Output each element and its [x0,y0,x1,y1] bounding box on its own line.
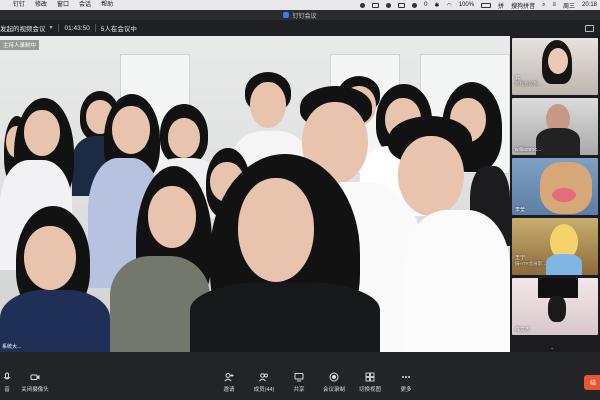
share-screen-icon [294,373,304,382]
bluetooth-icon[interactable]: ✱ [434,2,439,9]
gallery-tile-name: 陈文杰 [515,327,531,333]
gallery-tile[interactable]: 陈文杰 [512,278,598,335]
meeting-name[interactable]: 发起的视频会议 [0,23,46,33]
gallery-tile[interactable]: 影视会议系... 云 [512,38,598,95]
gallery-tile-name: 云 [515,75,521,81]
microphone-icon [3,372,11,380]
meeting-duration: 01:43:50 [64,24,90,32]
members-label: 成员(44) [253,387,275,393]
macos-menubar: 钉钉 修改 窗口 会话 帮助 0 ✱ ◠ 100% 拼 搜狗拼音 ⌕ ≡ 周三 … [0,0,600,10]
record-button[interactable]: 会议录制 [317,372,351,393]
clock-day[interactable]: 周三 [563,1,575,10]
record-icon [329,372,339,382]
status-circle-icon[interactable] [360,2,366,8]
menu-app-name[interactable]: 钉钉 [13,0,25,10]
invite-button[interactable]: 邀请 [212,372,246,393]
gallery-tile-subtitle: 摄HTR会展影... [515,261,546,266]
meeting-info-bar: 发起的视频会议 ▼ 01:43:50 5人在会议中 [0,20,600,36]
menu-edit[interactable]: 修改 [35,0,47,10]
divider [58,24,60,32]
battery-percent[interactable]: 100% [459,2,474,8]
gallery-tile[interactable]: 李莹 [512,158,598,215]
camera-toggle-button[interactable]: 关闭摄像头 [18,372,52,393]
participants-count[interactable]: 5人在会议中 [101,23,137,33]
share-label: 共享 [293,387,305,393]
members-button[interactable]: 成员(44) [247,372,281,393]
chevron-down-icon[interactable]: ▼ [49,25,54,31]
camera-label: 关闭摄像头 [21,387,49,393]
add-user-icon [224,373,234,382]
switch-layout-button[interactable]: 切换视图 [353,372,387,393]
meeting-toolbar: 音 关闭摄像头 邀请 成员(44) 共享 会议录制 切换视图 更多 [0,352,600,400]
end-meeting-label: 结 [590,381,597,387]
window-title: 钉钉会议 [292,13,317,20]
gallery-tile[interactable]: 摄HTR会展影... 王宁 [512,218,598,275]
gallery-tile-name: williamroc... [515,147,542,153]
window-titlebar: 钉钉会议 [0,10,600,20]
gallery-tile-subtitle: 影视会议系... [515,81,542,86]
menu-session[interactable]: 会话 [79,0,91,10]
search-icon[interactable]: ⌕ [542,2,545,9]
mute-label: 音 [4,387,10,393]
main-video[interactable]: 系统大... [0,36,510,352]
control-center-icon[interactable]: ≡ [552,2,556,8]
dingtalk-logo-icon [283,12,290,18]
clock-time[interactable]: 20:18 [582,2,597,8]
battery-icon[interactable] [481,2,492,8]
status-face-icon[interactable] [386,2,392,8]
camera-icon [30,374,40,380]
menu-help[interactable]: 帮助 [101,0,113,10]
status-user-icon[interactable] [412,2,418,8]
more-button[interactable]: 更多 [389,372,423,393]
layout-grid-icon [365,372,375,382]
menu-window[interactable]: 窗口 [57,0,69,10]
status-box-icon[interactable] [372,2,380,8]
status-zero-text[interactable]: 0 [424,2,427,8]
status-display-icon[interactable] [398,2,406,8]
share-button[interactable]: 共享 [282,372,316,393]
gallery-scroll-down-icon[interactable]: ⌄ [550,345,554,351]
layout-grid-icon[interactable] [585,24,594,32]
members-icon [259,373,268,382]
end-meeting-button[interactable]: 结 [584,375,600,390]
recording-indicator: 主持人录制中 [0,40,40,50]
wifi-icon[interactable]: ◠ [446,2,451,9]
gallery-tile[interactable]: williamroc... [512,98,598,155]
invite-label: 邀请 [223,387,235,393]
divider [94,24,96,32]
record-label: 会议录制 [322,387,345,393]
more-label: 更多 [400,387,412,393]
switch-layout-label: 切换视图 [358,387,381,393]
participant-gallery: 影视会议系... 云 williamroc... 李莹 摄HTR会展影... 王… [510,36,600,352]
more-dots-icon [402,376,410,378]
gallery-tile-name: 李莹 [515,207,526,213]
main-video-status: 系统大... [2,344,22,350]
input-method-icon[interactable]: 拼 [498,1,504,10]
input-method-label[interactable]: 搜狗拼音 [511,1,535,10]
gallery-tile-name: 王宁 [515,255,526,261]
